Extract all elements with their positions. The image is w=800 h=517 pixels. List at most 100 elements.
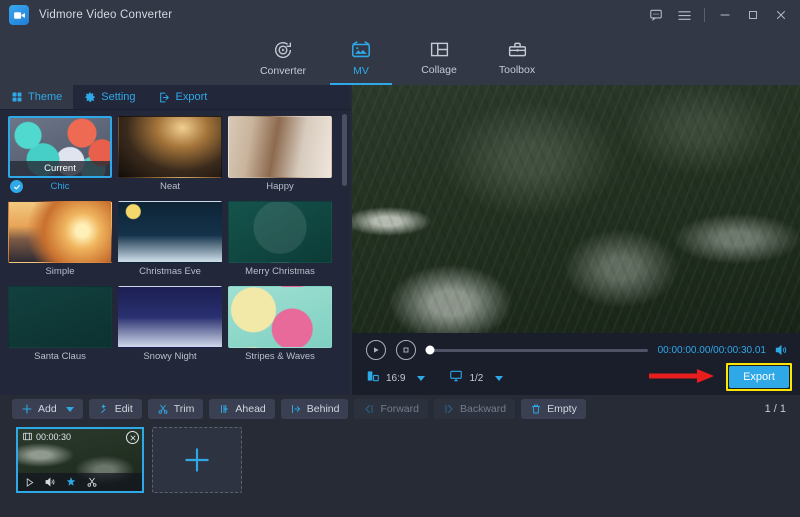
current-theme-badge: Current [10,161,110,176]
theme-item[interactable]: Christmas Eve [118,201,222,280]
quality-control[interactable]: 1/2 [449,369,483,388]
toolbar-button-ahead[interactable]: Ahead [209,399,275,419]
play-icon[interactable] [24,477,35,488]
tab-converter-label: Converter [259,64,307,77]
theme-thumbnail[interactable] [228,286,332,348]
seek-slider[interactable] [425,345,648,355]
toolbar-button-label: Add [38,403,57,415]
theme-name: Stripes & Waves [228,348,332,365]
themes-grid: Current Chic Neat Happy Simple Christmas Eve M… [8,116,344,365]
tab-converter[interactable]: Converter [244,30,322,85]
toolbar-caret-icon[interactable] [65,406,74,412]
theme-item[interactable]: Snowy Night [118,286,222,365]
theme-label: Neat [159,181,181,192]
title-bar: Vidmore Video Converter [0,0,800,30]
theme-item[interactable]: Stripes & Waves [228,286,332,365]
clip-thumbnail[interactable]: 00:00:30 [16,427,144,493]
tab-collage[interactable]: Collage [400,30,478,85]
magic-wand-icon [98,403,110,415]
tab-mv[interactable]: MV [322,30,400,85]
toolbar-button-label: Trim [173,403,195,415]
minimize-icon[interactable] [712,2,738,28]
quality-caret-icon[interactable] [495,375,504,381]
app-window: Vidmore Video Converter Converter MV Col… [0,0,800,517]
top-navigation: Converter MV Collage Toolbox [0,30,800,85]
theme-thumbnail[interactable] [118,286,222,348]
maximize-icon[interactable] [740,2,766,28]
theme-thumbnail[interactable] [228,116,332,178]
theme-label: Happy [266,181,294,192]
menu-icon[interactable] [671,2,697,28]
theme-thumbnail[interactable] [8,201,112,263]
theme-thumbnail[interactable] [8,286,112,348]
themes-scrollbar[interactable] [342,114,347,186]
panel-tab-setting[interactable]: Setting [73,85,146,109]
panel-tab-theme[interactable]: Theme [0,85,74,109]
toolbar-button-backward: Backward [433,399,516,419]
trash-icon [530,403,542,415]
annotation-arrow-icon [649,369,714,383]
toolbar-button-add[interactable]: Add [12,399,83,419]
aspect-ratio-control[interactable]: 16:9 [366,369,405,388]
theme-thumbnail[interactable] [118,201,222,263]
toolbar-button-edit[interactable]: Edit [88,399,142,419]
theme-name: Chic [8,178,112,195]
themes-scroll-area: Current Chic Neat Happy Simple Christmas Eve M… [0,110,350,395]
plus-icon [21,403,33,415]
volume-icon[interactable] [774,343,788,357]
theme-name: Santa Claus [8,348,112,365]
export-button[interactable]: Export [729,366,789,388]
clip-close-icon[interactable] [126,431,139,444]
theme-thumbnail[interactable] [228,201,332,263]
check-icon [10,180,23,193]
scissors-icon[interactable] [86,476,98,488]
quality-value: 1/2 [469,372,484,384]
scissors-icon [157,403,169,415]
aspect-ratio-caret-icon[interactable] [417,375,426,381]
film-icon [22,431,33,444]
add-clip-button[interactable] [152,427,242,493]
aspect-ratio-value: 16:9 [386,372,406,384]
clip-info: 00:00:30 [18,429,142,445]
video-preview[interactable] [352,85,800,333]
theme-item[interactable]: Merry Christmas [228,201,332,280]
toolbar-button-empty[interactable]: Empty [521,399,586,419]
theme-label: Merry Christmas [245,266,315,277]
window-controls [643,0,794,30]
toolbar-button-label: Backward [459,403,507,415]
theme-panel: Theme Setting Export Current Chic Neat Happ… [0,85,350,395]
toolbar-button-label: Edit [114,403,133,415]
theme-item[interactable]: Neat [118,116,222,195]
stop-icon[interactable] [396,340,416,360]
volume-icon[interactable] [44,476,56,488]
theme-item[interactable]: Simple [8,201,112,280]
toolbar-button-behind[interactable]: Behind [280,399,349,419]
toolbar-button-label: Ahead [235,403,266,415]
storyboard: 00:00:30 [0,423,800,517]
theme-item[interactable]: Happy [228,116,332,195]
toolbar-button-trim[interactable]: Trim [147,399,204,419]
panel-tab-theme-label: Theme [28,91,63,103]
theme-name: Neat [118,178,222,195]
panel-tab-export[interactable]: Export [147,85,219,109]
theme-item[interactable]: Santa Claus [8,286,112,365]
seek-handle[interactable] [425,345,435,355]
tab-toolbox[interactable]: Toolbox [478,30,556,85]
tab-collage-label: Collage [421,64,457,76]
theme-label: Chic [50,181,70,192]
theme-thumbnail[interactable] [118,116,222,178]
effects-icon[interactable] [65,476,77,488]
timecode-display: 00:00:00.00/00:00:30.01 [657,344,766,356]
feedback-icon[interactable] [643,2,669,28]
theme-thumbnail[interactable]: Current [8,116,112,178]
export-highlight: Export [726,363,792,391]
play-icon[interactable] [366,340,386,360]
clip-actions [18,473,142,491]
theme-name: Merry Christmas [228,263,332,280]
theme-label: Stripes & Waves [245,351,315,362]
theme-name: Happy [228,178,332,195]
move-forward-icon [363,403,375,415]
close-icon[interactable] [768,2,794,28]
theme-item[interactable]: Current Chic [8,116,112,195]
app-logo-icon [9,5,29,25]
